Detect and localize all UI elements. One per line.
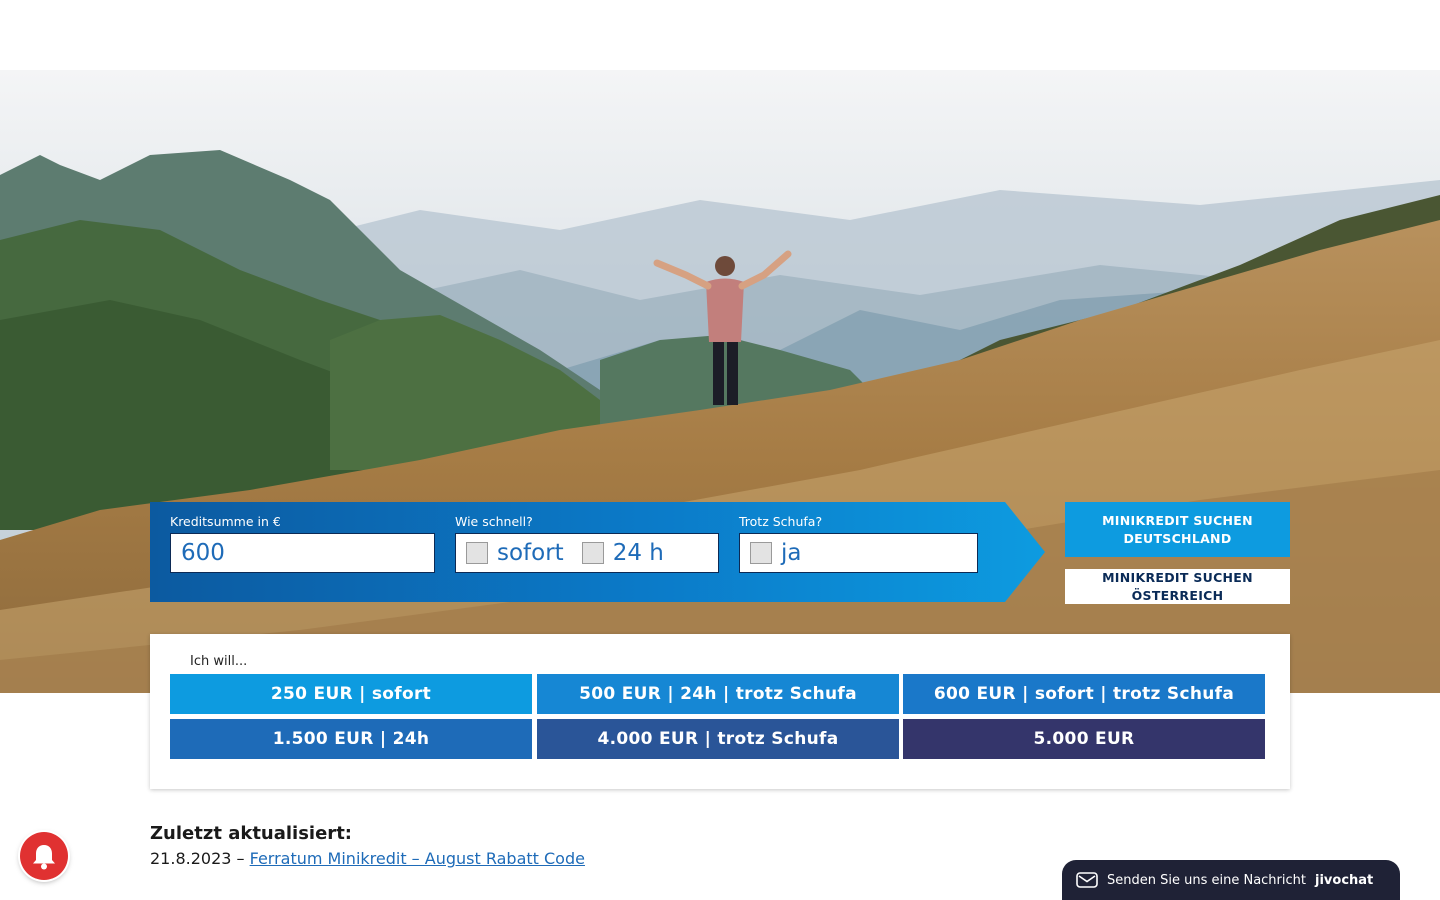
last-updated-date: 21.8.2023 –: [150, 849, 250, 868]
speed-option-sofort[interactable]: sofort: [466, 540, 564, 566]
amount-input[interactable]: 600: [170, 533, 435, 573]
search-austria-button[interactable]: MINIKREDIT SUCHEN ÖSTERREICH: [1065, 569, 1290, 604]
quick-pick-5000[interactable]: 5.000 EUR: [903, 719, 1265, 759]
quick-pick-1500-24h[interactable]: 1.500 EUR | 24h: [170, 719, 532, 759]
speed-24h-label: 24 h: [612, 540, 664, 566]
chat-widget-button[interactable]: Senden Sie uns eine Nachricht jivochat: [1062, 860, 1400, 900]
envelope-icon: [1076, 872, 1098, 888]
search-germany-button[interactable]: MINIKREDIT SUCHEN DEUTSCHLAND: [1065, 502, 1290, 557]
quick-picks-panel: Ich will... 250 EUR | sofort 500 EUR | 2…: [150, 634, 1290, 789]
top-navigation-bar: [0, 0, 1440, 70]
schufa-option-ja[interactable]: ja: [750, 540, 801, 566]
last-updated-link[interactable]: Ferratum Minikredit – August Rabatt Code: [250, 849, 585, 868]
speed-options: sofort 24 h: [455, 533, 719, 573]
chat-widget-text: Senden Sie uns eine Nachricht: [1107, 872, 1306, 888]
speed-sofort-label: sofort: [497, 540, 564, 566]
notification-bell-button[interactable]: [20, 832, 68, 880]
last-updated-heading: Zuletzt aktualisiert:: [150, 823, 352, 844]
speed-label: Wie schnell?: [455, 514, 533, 529]
quick-picks-label: Ich will...: [190, 654, 248, 669]
quick-pick-4000-schufa[interactable]: 4.000 EUR | trotz Schufa: [537, 719, 899, 759]
quick-pick-600-sofort-schufa[interactable]: 600 EUR | sofort | trotz Schufa: [903, 674, 1265, 714]
amount-label: Kreditsumme in €: [170, 514, 281, 529]
schufa-options: ja: [739, 533, 978, 573]
speed-24h-checkbox[interactable]: [581, 542, 604, 564]
quick-pick-250-sofort[interactable]: 250 EUR | sofort: [170, 674, 532, 714]
quick-pick-500-24h-schufa[interactable]: 500 EUR | 24h | trotz Schufa: [537, 674, 899, 714]
speed-sofort-checkbox[interactable]: [466, 542, 488, 564]
schufa-ja-checkbox[interactable]: [750, 542, 772, 564]
speed-field-group: Wie schnell? sofort 24 h: [455, 514, 719, 573]
schufa-ja-label: ja: [781, 540, 802, 566]
bell-icon: [33, 845, 55, 870]
amount-field-group: Kreditsumme in € 600: [170, 514, 435, 573]
schufa-label: Trotz Schufa?: [739, 514, 823, 529]
chat-brand-logo: jivochat: [1315, 872, 1374, 888]
schufa-field-group: Trotz Schufa? ja: [739, 514, 978, 573]
speed-option-24h[interactable]: 24 h: [581, 540, 664, 566]
last-updated-entry: 21.8.2023 – Ferratum Minikredit – August…: [150, 849, 585, 868]
amount-value: 600: [181, 540, 225, 566]
